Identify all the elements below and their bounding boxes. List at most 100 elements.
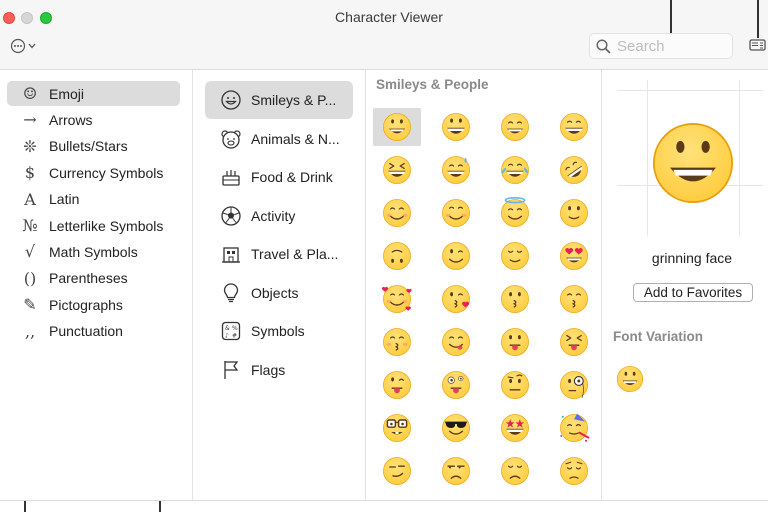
emoji-cell[interactable] — [432, 366, 480, 404]
emoji-cell[interactable] — [491, 194, 539, 232]
category-glyph-icon: () — [23, 268, 37, 288]
emoji-cell[interactable] — [373, 452, 421, 490]
monocle-face-icon — [560, 371, 588, 399]
lightbulb-icon — [220, 282, 242, 304]
emoji-cell[interactable] — [432, 151, 480, 189]
category-glyph-icon: → — [23, 110, 37, 130]
emoji-cell[interactable] — [550, 280, 598, 318]
emoji-cell[interactable] — [432, 237, 480, 275]
search-field[interactable] — [589, 33, 733, 59]
smile-face-icon — [501, 113, 529, 141]
group-label: Objects — [251, 284, 299, 301]
category-label: Math Symbols — [49, 243, 138, 260]
emoji-cell[interactable] — [491, 151, 539, 189]
emoji-cell[interactable] — [491, 237, 539, 275]
category-item-latin[interactable]: A Latin — [7, 187, 180, 212]
emoji-cell[interactable] — [432, 280, 480, 318]
blush-face-icon — [442, 199, 470, 227]
grid-section-header: Smileys & People — [376, 77, 489, 92]
wink-face-icon — [442, 242, 470, 270]
group-label: Smileys & P... — [251, 92, 337, 108]
category-item-pictographs[interactable]: ✎ Pictographs — [7, 292, 180, 317]
emoji-cell[interactable] — [373, 194, 421, 232]
guide-line — [617, 90, 763, 91]
callout-line — [757, 0, 759, 38]
category-item-punctuation[interactable]: ‚‚ Punctuation — [7, 319, 180, 344]
svg-text:%: % — [232, 325, 238, 332]
add-to-favorites-button[interactable]: Add to Favorites — [633, 283, 753, 302]
category-item-parentheses[interactable]: () Parentheses — [7, 266, 180, 291]
emoji-cell[interactable] — [491, 409, 539, 447]
unamused-face-icon — [442, 457, 470, 485]
category-item-bullets-stars[interactable]: ❊ Bullets/Stars — [7, 134, 180, 159]
group-item-bear[interactable]: Animals & N... — [205, 120, 353, 158]
category-item-letterlike-symbols[interactable]: № Letterlike Symbols — [7, 213, 180, 238]
group-item-building[interactable]: Travel & Pla... — [205, 235, 353, 273]
emoji-cell[interactable] — [432, 194, 480, 232]
beam-face-icon — [560, 113, 588, 141]
soccer-ball-icon — [220, 205, 242, 227]
yum-face-icon — [442, 328, 470, 356]
window-title: Character Viewer — [335, 9, 443, 25]
flag-icon — [220, 359, 242, 381]
bear-icon — [220, 128, 242, 150]
emoji-cell[interactable] — [550, 409, 598, 447]
category-item-currency-symbols[interactable]: $ Currency Symbols — [7, 160, 180, 185]
emoji-cell[interactable] — [373, 237, 421, 275]
emoji-cell[interactable] — [550, 366, 598, 404]
category-item-arrows[interactable]: → Arrows — [7, 107, 180, 132]
category-label: Pictographs — [49, 296, 123, 313]
group-label: Symbols — [251, 323, 305, 339]
callout-line — [670, 0, 672, 33]
group-item-lightbulb[interactable]: Objects — [205, 274, 353, 312]
emoji-cell[interactable] — [373, 280, 421, 318]
group-label: Animals & N... — [251, 130, 340, 147]
emoji-cell[interactable] — [491, 366, 539, 404]
grinning-face-large-icon — [652, 122, 734, 204]
emoji-cell[interactable] — [432, 409, 480, 447]
emoji-cell[interactable] — [550, 323, 598, 361]
character-preview — [617, 80, 763, 236]
callout-line — [159, 501, 161, 512]
emoji-cell[interactable] — [491, 280, 539, 318]
emoji-cell[interactable] — [550, 151, 598, 189]
wink-tongue-face-icon — [383, 371, 411, 399]
action-menu-button[interactable] — [10, 38, 38, 54]
emoji-cell[interactable] — [432, 452, 480, 490]
category-item-math-symbols[interactable]: √ Math Symbols — [7, 239, 180, 264]
category-item-emoji[interactable]: ☺ Emoji — [7, 81, 180, 106]
emoji-cell[interactable] — [491, 108, 539, 146]
category-label: Letterlike Symbols — [49, 217, 164, 234]
category-glyph-icon: ❊ — [23, 136, 37, 156]
group-item-cake[interactable]: Food & Drink — [205, 158, 353, 196]
group-item-flag[interactable]: Flags — [205, 351, 353, 389]
emoji-group-list: Smileys & P... Animals & N... Food & Drink… — [193, 70, 366, 500]
emoji-cell[interactable] — [491, 452, 539, 490]
upside-down-face-icon — [383, 242, 411, 270]
building-icon — [220, 243, 242, 265]
emoji-cell[interactable] — [550, 237, 598, 275]
emoji-cell[interactable] — [432, 323, 480, 361]
emoji-cell[interactable] — [373, 151, 421, 189]
group-item-smiley[interactable]: Smileys & P... — [205, 81, 353, 119]
emoji-cell[interactable] — [491, 323, 539, 361]
party-face-icon — [560, 413, 590, 442]
sweat-face-icon — [442, 156, 470, 184]
emoji-cell[interactable] — [373, 108, 421, 146]
smirk-face-icon — [383, 457, 411, 485]
group-item-symbols[interactable]: &% ♪ # Symbols — [205, 312, 353, 350]
emoji-cell[interactable] — [373, 366, 421, 404]
emoji-cell[interactable] — [550, 452, 598, 490]
emoji-cell[interactable] — [432, 108, 480, 146]
category-label: Currency Symbols — [49, 164, 164, 181]
search-input[interactable] — [617, 37, 717, 55]
kiss-smile-face-icon — [560, 285, 588, 313]
emoji-cell[interactable] — [550, 108, 598, 146]
font-variation-item[interactable] — [614, 362, 646, 396]
group-item-soccer-ball[interactable]: Activity — [205, 197, 353, 235]
sidebar-toggle-icon[interactable] — [749, 38, 766, 52]
emoji-cell[interactable] — [373, 323, 421, 361]
emoji-cell[interactable] — [373, 409, 421, 447]
emoji-cell[interactable] — [550, 194, 598, 232]
svg-text:#: # — [232, 333, 237, 340]
